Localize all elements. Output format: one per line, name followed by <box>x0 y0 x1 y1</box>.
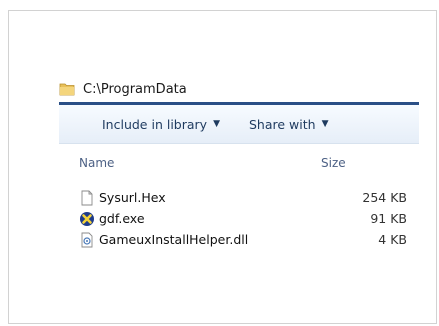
include-in-library-button[interactable]: Include in library ▼ <box>102 117 220 132</box>
file-size: 91 KB <box>370 211 407 226</box>
chevron-down-icon: ▼ <box>321 119 329 129</box>
folder-icon <box>59 83 75 96</box>
column-header-name[interactable]: Name <box>79 156 114 170</box>
file-size: 4 KB <box>378 232 407 247</box>
screenshot-frame: C:\ProgramData Include in library ▼ Shar… <box>8 10 437 324</box>
address-path[interactable]: C:\ProgramData <box>83 82 187 97</box>
blank-file-icon <box>81 190 93 206</box>
address-bar[interactable]: C:\ProgramData <box>59 76 419 102</box>
column-header-size[interactable]: Size <box>321 156 346 170</box>
exe-icon <box>80 212 94 226</box>
file-list: Sysurl.Hex 254 KB gdf.exe 91 KB GameuxIn… <box>59 188 419 251</box>
chevron-down-icon: ▼ <box>213 119 220 129</box>
dll-icon <box>81 232 93 248</box>
file-row[interactable]: gdf.exe 91 KB <box>59 209 419 230</box>
share-with-label: Share with <box>248 116 316 132</box>
file-row[interactable]: GameuxInstallHelper.dll 4 KB <box>59 230 419 251</box>
file-name: gdf.exe <box>99 211 145 226</box>
command-bar: Include in library ▼ Share with ▼ <box>59 105 419 144</box>
explorer-window: C:\ProgramData Include in library ▼ Shar… <box>59 76 419 286</box>
file-name: Sysurl.Hex <box>99 190 166 205</box>
file-size: 254 KB <box>362 190 407 205</box>
include-in-library-label: Include in library <box>102 116 208 132</box>
file-name: GameuxInstallHelper.dll <box>99 232 249 247</box>
file-row[interactable]: Sysurl.Hex 254 KB <box>59 188 419 209</box>
column-headers: Name Size <box>59 154 419 174</box>
share-with-button[interactable]: Share with ▼ <box>249 117 329 132</box>
